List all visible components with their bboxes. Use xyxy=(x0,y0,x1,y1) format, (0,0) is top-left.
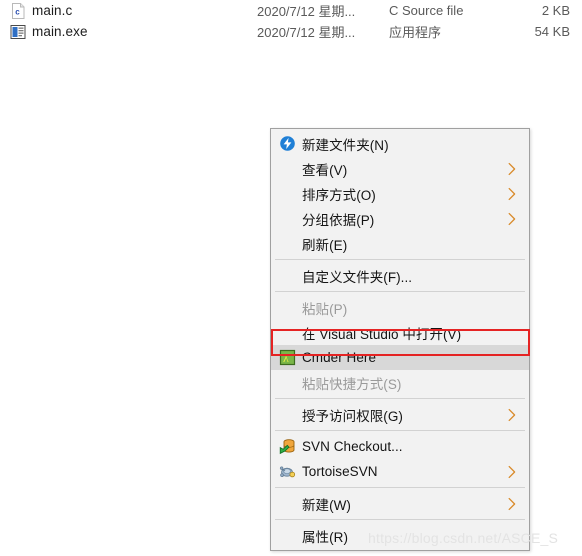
menu-separator xyxy=(275,430,525,431)
context-menu-item-label: 新建(W) xyxy=(302,497,351,513)
file-row[interactable]: main.exe 2020/7/12 星期... 应用程序 54 KB xyxy=(0,21,582,42)
context-menu-item-label: TortoiseSVN xyxy=(302,464,378,479)
tortoisesvn-icon xyxy=(279,463,296,480)
file-date-modified: 2020/7/12 星期... xyxy=(257,25,356,40)
context-menu-item[interactable]: 刷新(E) xyxy=(271,231,529,256)
context-menu-item-label: 查看(V) xyxy=(302,162,348,178)
context-menu-item: 粘贴快捷方式(S) xyxy=(271,370,529,395)
application-exe-icon xyxy=(10,24,26,40)
context-menu-item-label: 自定义文件夹(F)... xyxy=(302,269,413,285)
file-list: c main.c 2020/7/12 星期... C Source file 2 KB m… xyxy=(0,0,582,42)
menu-item-icon-placeholder xyxy=(279,374,296,391)
context-menu-item-label: 粘贴(P) xyxy=(302,301,348,317)
context-menu-item[interactable]: 分组依据(P) xyxy=(271,206,529,231)
context-menu-item[interactable]: TortoiseSVN xyxy=(271,459,529,484)
menu-separator xyxy=(275,398,525,399)
context-menu-item-label: 新建文件夹(N) xyxy=(302,137,389,153)
svg-text:λ: λ xyxy=(283,351,289,365)
watermark-text: https://blog.csdn.net/ASCE_S xyxy=(368,530,559,546)
menu-item-icon-placeholder xyxy=(279,185,296,202)
svg-text:c: c xyxy=(15,7,20,16)
context-menu-item[interactable]: 新建文件夹(N) xyxy=(271,131,529,156)
context-menu-item-label: 属性(R) xyxy=(302,529,348,545)
file-size: 54 KB xyxy=(534,24,570,39)
new-folder-blue-icon xyxy=(279,135,296,152)
context-menu-item-label: 刷新(E) xyxy=(302,237,348,253)
c-source-file-icon: c xyxy=(10,2,26,19)
cmder-lambda-icon: λ xyxy=(279,349,296,366)
context-menu[interactable]: 新建文件夹(N) 查看(V) 排序方式(O) 分组依据(P) 刷新(E) 自定义文件夹(F… xyxy=(270,128,530,551)
chevron-right-icon xyxy=(507,187,517,201)
menu-separator xyxy=(275,259,525,260)
chevron-right-icon xyxy=(507,465,517,479)
file-name: main.exe xyxy=(32,24,88,39)
menu-separator xyxy=(275,519,525,520)
context-menu-item-label: 在 Visual Studio 中打开(V) xyxy=(302,326,462,342)
file-size: 2 KB xyxy=(541,3,570,18)
context-menu-item-label: Cmder Here xyxy=(302,350,377,365)
context-menu-item[interactable]: 排序方式(O) xyxy=(271,181,529,206)
context-menu-item-label: 分组依据(P) xyxy=(302,212,375,228)
context-menu-item[interactable]: SVN Checkout... xyxy=(271,434,529,459)
menu-separator xyxy=(275,487,525,488)
context-menu-item-label: SVN Checkout... xyxy=(302,439,403,454)
svn-checkout-icon xyxy=(279,438,296,455)
file-date-modified: 2020/7/12 星期... xyxy=(257,4,356,19)
file-row[interactable]: c main.c 2020/7/12 星期... C Source file 2 KB xyxy=(0,0,582,21)
context-menu-item[interactable]: 自定义文件夹(F)... xyxy=(271,263,529,288)
file-type: 应用程序 xyxy=(389,25,442,40)
chevron-right-icon xyxy=(507,162,517,176)
context-menu-item[interactable]: 查看(V) xyxy=(271,156,529,181)
menu-item-icon-placeholder xyxy=(279,267,296,284)
file-type: C Source file xyxy=(389,3,464,18)
menu-item-icon-placeholder xyxy=(279,527,296,544)
chevron-right-icon xyxy=(507,408,517,422)
menu-item-icon-placeholder xyxy=(279,210,296,227)
menu-item-icon-placeholder xyxy=(279,160,296,177)
file-name: main.c xyxy=(32,3,73,18)
menu-item-icon-placeholder xyxy=(279,235,296,252)
context-menu-item-label: 授予访问权限(G) xyxy=(302,408,403,424)
context-menu-item-label: 粘贴快捷方式(S) xyxy=(302,376,402,392)
menu-separator xyxy=(275,291,525,292)
menu-item-icon-placeholder xyxy=(279,299,296,316)
chevron-right-icon xyxy=(507,212,517,226)
menu-item-icon-placeholder xyxy=(279,495,296,512)
context-menu-item[interactable]: λ Cmder Here xyxy=(271,345,529,370)
context-menu-item-label: 排序方式(O) xyxy=(302,187,376,203)
menu-item-icon-placeholder xyxy=(279,406,296,423)
context-menu-item[interactable]: 授予访问权限(G) xyxy=(271,402,529,427)
context-menu-item[interactable]: 新建(W) xyxy=(271,491,529,516)
context-menu-item: 粘贴(P) xyxy=(271,295,529,320)
chevron-right-icon xyxy=(507,497,517,511)
menu-item-icon-placeholder xyxy=(279,324,296,341)
context-menu-item[interactable]: 在 Visual Studio 中打开(V) xyxy=(271,320,529,345)
